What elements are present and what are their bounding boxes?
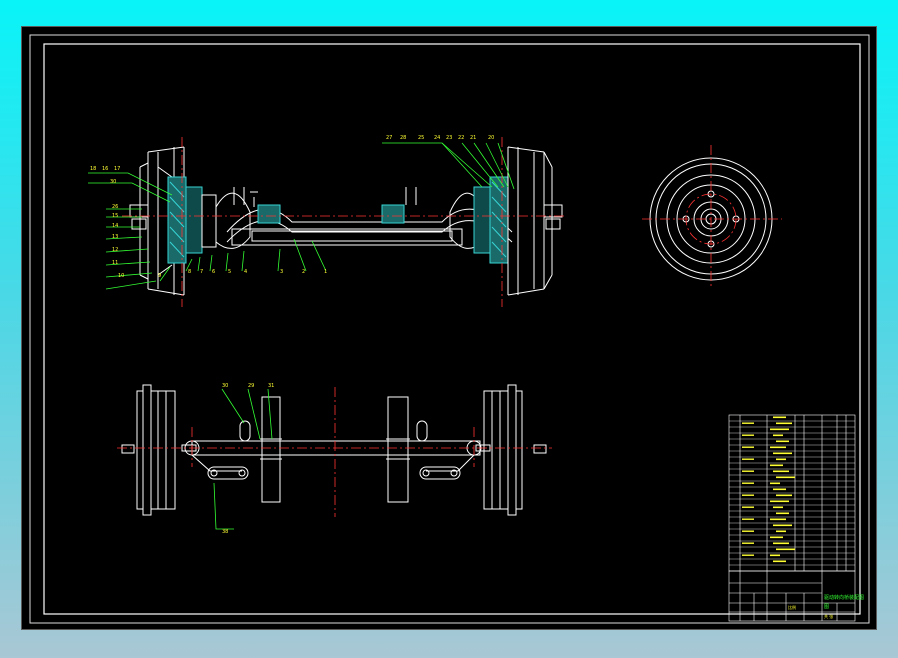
- parts-row-text-mark: [770, 500, 789, 503]
- parts-row-text-mark: [776, 530, 786, 533]
- parts-row-code-mark: [742, 446, 754, 448]
- balloon-22: 22: [458, 135, 464, 141]
- inner-frame: [43, 43, 861, 615]
- parts-row-code-mark: [742, 530, 754, 532]
- parts-row-code-mark: [742, 554, 754, 556]
- parts-row-text-mark: [776, 548, 795, 551]
- parts-row-code-mark: [742, 542, 754, 544]
- parts-row-text-mark: [776, 476, 795, 479]
- balloon-10: 10: [118, 273, 124, 279]
- left-knuckle: [215, 192, 251, 249]
- balloon-7: 7: [200, 269, 203, 275]
- balloon-27: 27: [386, 135, 392, 141]
- parts-list-text: [742, 416, 795, 563]
- balloon-14: 14: [112, 223, 118, 229]
- parts-row-text-mark: [776, 458, 786, 461]
- parts-row-code-mark: [742, 506, 754, 508]
- parts-row-text-mark: [770, 554, 780, 557]
- balloon-3: 3: [280, 269, 283, 275]
- parts-row-text-mark: [773, 506, 783, 509]
- front-section-view: [129, 146, 563, 296]
- balloon-16: 16: [102, 166, 108, 172]
- balloon-11: 11: [112, 260, 118, 266]
- balloon-12: 12: [112, 247, 118, 253]
- side-view-centerlines: [642, 145, 782, 287]
- sheet-text: 共 张: [824, 613, 833, 619]
- left-hub: [167, 176, 217, 264]
- balloon-17: 17: [114, 166, 120, 172]
- balloon-30: 30: [110, 179, 116, 185]
- parts-row-text-mark: [770, 482, 780, 485]
- parts-row-text-mark: [776, 422, 792, 425]
- drawing-sheet: 18 16 17 30 26 15 14 13 12 11 10 9 8 7 6…: [21, 26, 877, 630]
- parts-row-text-mark: [776, 494, 792, 497]
- balloon-24: 24: [434, 135, 440, 141]
- parts-row-code-mark: [742, 470, 754, 472]
- balloon-4: 4: [244, 269, 247, 275]
- parts-row-text-mark: [776, 440, 789, 443]
- parts-row-text-mark: [773, 542, 789, 545]
- balloon-top-38: 38: [222, 529, 228, 535]
- parts-row-text-mark: [770, 446, 786, 449]
- parts-row-text-mark: [773, 560, 786, 563]
- title-block-label: 驱动转向桥装配图: [824, 594, 864, 601]
- balloon-23: 23: [446, 135, 452, 141]
- left-spring-pad: [257, 204, 281, 224]
- top-view-centerlines: [117, 387, 552, 517]
- parts-row-code-mark: [742, 482, 754, 484]
- title-block-sub: 图: [824, 604, 829, 610]
- parts-row-text-mark: [773, 470, 789, 473]
- scale-text: 比例: [788, 604, 796, 610]
- cad-drawing: 18 16 17 30 26 15 14 13 12 11 10 9 8 7 6…: [29, 34, 870, 624]
- front-balloon-labels: 18 16 17 30 26 15 14 13 12 11 10 9 8 7 6…: [90, 135, 494, 279]
- parts-row-text-mark: [773, 452, 792, 455]
- parts-row-text-mark: [773, 434, 783, 437]
- balloon-6: 6: [212, 269, 215, 275]
- parts-row-text-mark: [773, 524, 792, 527]
- parts-row-text-mark: [770, 518, 786, 521]
- right-wheel: [507, 146, 563, 296]
- parts-row-text-mark: [770, 428, 789, 431]
- balloon-28: 28: [400, 135, 406, 141]
- parts-row-text-mark: [770, 464, 783, 467]
- balloon-18: 18: [90, 166, 96, 172]
- balloon-25: 25: [418, 135, 424, 141]
- parts-row-code-mark: [742, 434, 754, 436]
- balloon-13: 13: [112, 234, 118, 240]
- balloon-5: 5: [228, 269, 231, 275]
- balloon-9: 9: [158, 273, 161, 279]
- parts-row-code-mark: [742, 518, 754, 520]
- balloon-26: 26: [112, 204, 118, 210]
- parts-row-text-mark: [776, 512, 789, 515]
- balloon-15: 15: [112, 213, 118, 219]
- balloon-top-31: 31: [268, 383, 274, 389]
- balloon-top-30: 30: [222, 383, 228, 389]
- balloon-20: 20: [488, 135, 494, 141]
- top-view: [121, 384, 547, 516]
- balloon-top-29: 29: [248, 383, 254, 389]
- parts-row-text-mark: [770, 536, 783, 539]
- parts-row-text-mark: [773, 488, 786, 491]
- parts-row-code-mark: [742, 458, 754, 460]
- parts-row-text-mark: [773, 416, 786, 419]
- parts-row-code-mark: [742, 494, 754, 496]
- balloon-21: 21: [470, 135, 476, 141]
- balloon-2: 2: [302, 269, 305, 275]
- balloon-8: 8: [188, 269, 191, 275]
- parts-row-code-mark: [742, 422, 754, 424]
- balloon-1: 1: [324, 269, 327, 275]
- right-spring-pad: [381, 204, 405, 224]
- right-hub: [473, 176, 509, 264]
